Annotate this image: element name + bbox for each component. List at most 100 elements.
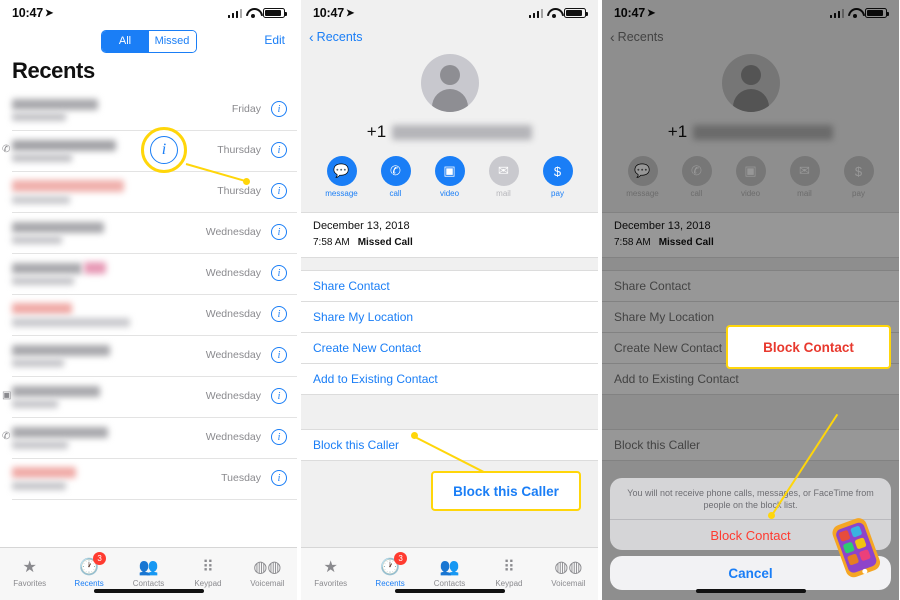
tab-favorites[interactable]: ★ Favorites <box>0 548 59 600</box>
redacted-name-missed <box>12 303 72 314</box>
phone-icon[interactable]: ✆ <box>380 156 411 186</box>
redacted-name <box>12 140 116 151</box>
screenshot-stage: 10:47➤ All Missed Edit Recents Friday i <box>0 0 900 600</box>
call-history-section: December 13, 2018 7:58 AM Missed Call <box>301 212 598 258</box>
callout-text: Block this Caller <box>453 483 559 499</box>
call-day: Thursday <box>217 144 261 156</box>
table-row[interactable]: Wednesday i <box>12 295 297 336</box>
info-icon[interactable]: i <box>271 183 287 199</box>
call-day: Wednesday <box>205 267 261 279</box>
status-bar-indicators <box>227 8 287 18</box>
redacted-phone-number <box>392 124 533 140</box>
info-icon[interactable]: i <box>271 306 287 322</box>
tab-label: Contacts <box>132 579 165 588</box>
action-label: mail <box>496 189 511 198</box>
wifi-icon <box>246 8 259 18</box>
redacted-name <box>12 427 108 438</box>
chevron-left-icon: ‹ <box>309 29 314 45</box>
redacted-subtitle <box>12 154 72 162</box>
tab-voicemail[interactable]: ◍◍ Voicemail <box>238 548 297 600</box>
call-day: Wednesday <box>205 308 261 320</box>
redacted-subtitle <box>12 277 74 285</box>
segmented-control[interactable]: All Missed <box>100 29 197 53</box>
signal-bars-icon <box>227 8 242 18</box>
redacted-name <box>12 222 104 233</box>
redacted-badge <box>84 262 106 274</box>
tab-label: Favorites <box>314 579 348 588</box>
location-arrow-icon: ➤ <box>44 8 54 19</box>
call-time: 7:58 AM <box>313 237 350 248</box>
status-bar: 10:47 ➤ <box>301 0 598 26</box>
link-share-location[interactable]: Share My Location <box>301 302 598 333</box>
back-button[interactable]: ‹ Recents <box>301 26 598 48</box>
action-call[interactable]: ✆ call <box>376 156 416 198</box>
call-day: Wednesday <box>205 431 261 443</box>
status-bar-time: 10:47 ➤ <box>313 6 355 20</box>
video-icon[interactable]: ▣ <box>434 156 465 186</box>
table-row[interactable]: Friday i <box>12 90 297 131</box>
redacted-subtitle <box>12 359 64 367</box>
table-row[interactable]: Wednesday i <box>12 213 297 254</box>
avatar <box>420 54 479 112</box>
table-row[interactable]: Tuesday i <box>12 459 297 500</box>
action-pay[interactable]: $ pay <box>538 156 578 198</box>
tab-label: Voicemail <box>551 579 586 588</box>
status-bar-time: 10:47 ➤ <box>12 6 54 20</box>
tab-favorites[interactable]: ★ Favorites <box>301 548 360 600</box>
action-label: call <box>389 189 402 198</box>
tab-label: Recents <box>74 579 104 588</box>
contact-actions: 💬 message ✆ call ▣ video ✉ mail $ pay <box>301 156 598 198</box>
contacts-icon: 👥 <box>138 559 159 576</box>
signal-bars-icon <box>528 8 543 18</box>
table-row[interactable]: ▣ Wednesday i <box>2 377 297 418</box>
callout-text: Block Contact <box>763 339 854 355</box>
action-label: video <box>439 189 460 198</box>
message-icon[interactable]: 💬 <box>326 156 357 186</box>
info-icon[interactable]: i <box>271 142 287 158</box>
info-icon[interactable]: i <box>271 429 287 445</box>
edit-button[interactable]: Edit <box>264 33 285 47</box>
action-message[interactable]: 💬 message <box>322 156 362 198</box>
segment-missed[interactable]: Missed <box>148 30 196 52</box>
star-icon: ★ <box>22 559 37 576</box>
info-icon[interactable]: i <box>150 136 178 164</box>
location-arrow-icon: ➤ <box>345 8 355 19</box>
panel-recents-list: 10:47➤ All Missed Edit Recents Friday i <box>0 0 297 600</box>
voicemail-icon: ◍◍ <box>253 559 282 576</box>
info-icon[interactable]: i <box>271 388 287 404</box>
redacted-name <box>12 345 110 356</box>
redacted-subtitle <box>12 236 62 244</box>
segment-all[interactable]: All <box>101 30 149 52</box>
info-icon[interactable]: i <box>271 470 287 486</box>
call-day: Friday <box>231 103 261 115</box>
link-create-contact[interactable]: Create New Contact <box>301 333 598 364</box>
call-day: Thursday <box>217 185 261 197</box>
action-label: message <box>325 189 358 198</box>
info-icon-highlight[interactable]: i <box>141 127 187 173</box>
table-row[interactable]: Thursday i <box>12 172 297 213</box>
redacted-subtitle <box>12 318 130 327</box>
voicemail-icon: ◍◍ <box>554 559 583 576</box>
callout-block-contact: Block Contact <box>726 325 891 369</box>
info-icon[interactable]: i <box>271 347 287 363</box>
info-icon[interactable]: i <box>271 101 287 117</box>
tab-voicemail[interactable]: ◍◍ Voicemail <box>539 548 598 600</box>
table-row[interactable]: Wednesday i <box>12 336 297 377</box>
table-row[interactable]: Wednesday i <box>12 254 297 295</box>
info-icon[interactable]: i <box>271 265 287 281</box>
wifi-icon <box>547 8 560 18</box>
mail-icon: ✉ <box>488 156 519 186</box>
recents-badge: 3 <box>394 552 408 565</box>
link-add-existing-contact[interactable]: Add to Existing Contact <box>301 364 598 395</box>
table-row[interactable]: ✆ Wednesday i <box>2 418 297 459</box>
back-label: Recents <box>316 30 363 44</box>
action-video[interactable]: ▣ video <box>430 156 470 198</box>
callout-dot <box>243 178 250 185</box>
tab-label: Keypad <box>495 579 523 588</box>
pay-icon[interactable]: $ <box>542 156 573 186</box>
info-icon[interactable]: i <box>271 224 287 240</box>
page-title: Recents <box>12 58 95 83</box>
action-mail: ✉ mail <box>484 156 524 198</box>
home-indicator <box>394 589 505 593</box>
link-share-contact[interactable]: Share Contact <box>301 271 598 302</box>
